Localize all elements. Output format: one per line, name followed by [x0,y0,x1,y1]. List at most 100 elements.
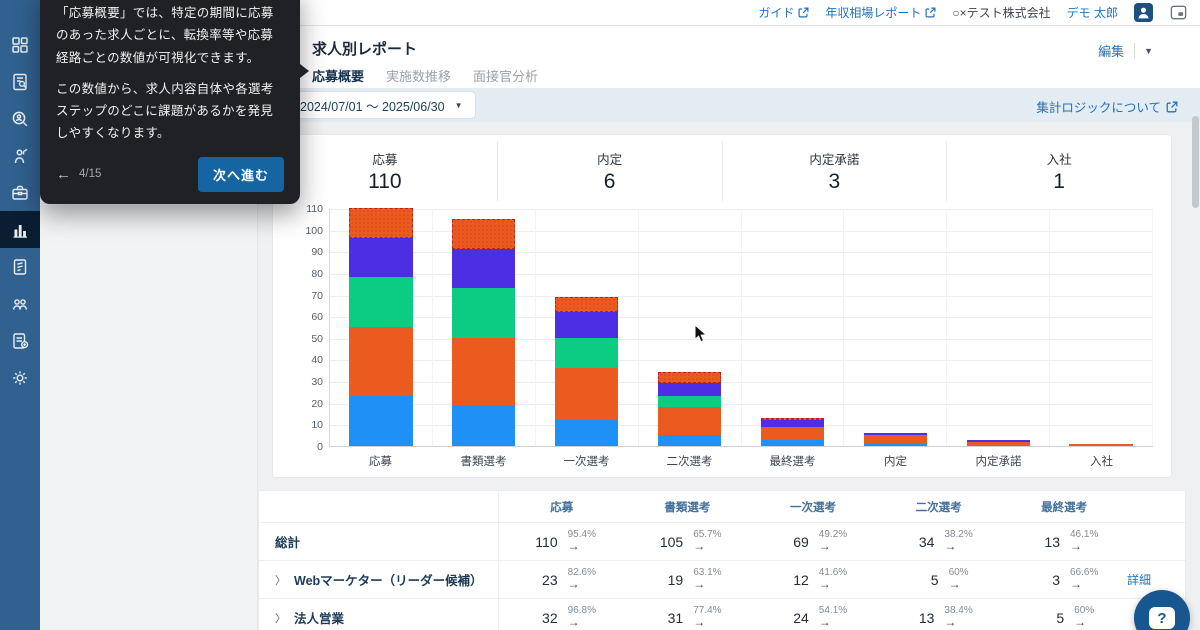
topbar-link[interactable]: 年収相場レポート [825,4,936,21]
service-switch-icon[interactable] [1169,3,1188,22]
metric-cell: 3438.2%→ [876,530,1002,552]
conversion-rate: 82.6%→ [568,568,596,590]
table-row: 〉Webマーケター（リーダー候補）2382.6%→1963.1%→1241.6%… [259,561,1185,599]
arrow-right-icon: → [944,616,956,629]
vertical-scrollbar-thumb[interactable] [1192,116,1199,208]
conversion-rate: 66.6%→ [1070,568,1098,590]
user-name[interactable]: デモ 太郎 [1067,4,1118,21]
sidebar-item-job-edit[interactable] [0,322,40,359]
topbar-link[interactable]: ガイド [758,4,809,21]
table-row: 〉法人営業3296.8%→3177.4%→2454.1%→1338.4%→560… [259,599,1185,630]
column-header: 応募 [499,499,625,515]
segment-channel-blue [349,396,412,446]
y-tick-label: 110 [306,203,323,215]
sidebar-item-members[interactable] [0,285,40,322]
arrow-right-icon: → [693,616,705,629]
conversion-rate: 96.8%→ [568,606,596,628]
tutorial-tooltip: 「応募概要」では、特定の期間に応募のあった求人ごとに、転換率等や応募経路ごとの数… [40,0,300,204]
back-arrow-icon[interactable]: ← [56,166,71,183]
aggregation-logic-link[interactable]: 集計ロジックについて [1036,97,1178,116]
segment-channel-dotted-orange [452,219,515,249]
job-edit-icon [10,331,30,351]
media-icon [10,257,30,277]
y-tick-label: 90 [311,246,323,258]
conversion-rate: 46.1%→ [1070,530,1098,552]
category-slot [330,209,433,446]
sidebar-item-report-search[interactable] [0,63,40,100]
segment-channel-blue [555,420,618,446]
y-tick-label: 10 [311,419,323,431]
company-name: ○×テスト株式会社 [952,4,1050,21]
next-step-button[interactable]: 次へ進む [198,157,284,192]
segment-channel-green [349,277,412,327]
edit-button[interactable]: 編集 [1088,38,1134,63]
segment-channel-purple [555,312,618,338]
segment-channel-orange [1069,444,1132,446]
stacked-bar-二次選考 [658,372,721,446]
conversion-rate: 41.6%→ [819,568,847,590]
row-label-cell[interactable]: 〉法人営業 [259,599,499,630]
analytics-icon [10,220,30,240]
sidebar-item-dashboard[interactable] [0,26,40,63]
segment-channel-dotted-orange [349,208,412,238]
arrow-right-icon: → [819,616,831,629]
members-icon [10,294,30,314]
metric-cell: 560%→ [876,568,1002,590]
arrow-right-icon: → [819,578,831,591]
arrow-right-icon: → [819,540,831,553]
stacked-bar-内定承諾 [967,440,1030,446]
chevron-right-icon: 〉 [275,610,286,626]
category-slot [947,209,1050,446]
y-tick-label: 60 [311,311,323,323]
y-tick-label: 20 [311,398,323,410]
y-tick-label: 80 [311,268,323,280]
date-range-picker[interactable]: 2024/07/01 ～ 2025/06/30 ▼ [288,92,475,118]
arrow-right-icon: → [693,578,705,591]
kpi-value: 1 [1053,170,1065,194]
metric-value: 12 [779,572,809,588]
segment-channel-purple [452,249,515,288]
category-slot [844,209,947,446]
x-axis-label: 内定承諾 [947,453,1050,469]
kpi-value: 6 [604,170,616,194]
detail-link[interactable]: 詳細 [1127,573,1151,587]
segment-channel-green [452,288,515,338]
sidebar-item-analytics[interactable] [0,211,40,248]
briefcase-icon [10,183,30,203]
row-label-cell[interactable]: 〉Webマーケター（リーダー候補） [259,561,499,598]
stacked-bar-内定 [864,433,927,446]
avatar-icon[interactable] [1134,3,1153,22]
bar-slots [330,209,1153,446]
sidebar-item-scout[interactable] [0,137,40,174]
category-slot [536,209,639,446]
external-link-icon [925,7,936,18]
segment-channel-orange [658,407,721,435]
metric-cell: 560%→ [1001,606,1127,628]
chevron-down-icon: ▼ [455,101,463,110]
segment-channel-green [658,396,721,407]
segment-channel-purple [658,383,721,396]
edit-dropdown-caret[interactable]: ▼ [1135,43,1162,59]
arrow-right-icon: → [949,578,961,591]
metric-value: 23 [528,572,558,588]
metric-cell: 6949.2%→ [750,530,876,552]
kpi-value: 3 [829,170,841,194]
column-header: 一次選考 [750,499,876,515]
metric-value: 31 [653,610,683,626]
scout-icon [10,146,30,166]
sidebar-item-media[interactable] [0,248,40,285]
funnel-chart-card: 応募110内定6内定承諾3入社1 01020304050607080901001… [272,134,1172,478]
metric-cell: 10565.7%→ [625,530,751,552]
dashboard-icon [10,35,30,55]
segment-channel-blue [658,435,721,446]
table-header-row: 応募書類選考一次選考二次選考最終選考 [259,491,1185,523]
sidebar-item-settings[interactable] [0,359,40,396]
sidebar-item-briefcase[interactable] [0,174,40,211]
conversion-rate: 54.1%→ [819,606,847,628]
row-label-cell: 総計 [259,523,499,560]
column-header: 最終選考 [1001,499,1127,515]
edit-control: 編集 ▼ [1088,38,1162,63]
sidebar-item-candidate-search[interactable] [0,100,40,137]
segment-channel-blue [864,444,927,446]
segment-channel-dotted-orange [555,297,618,312]
